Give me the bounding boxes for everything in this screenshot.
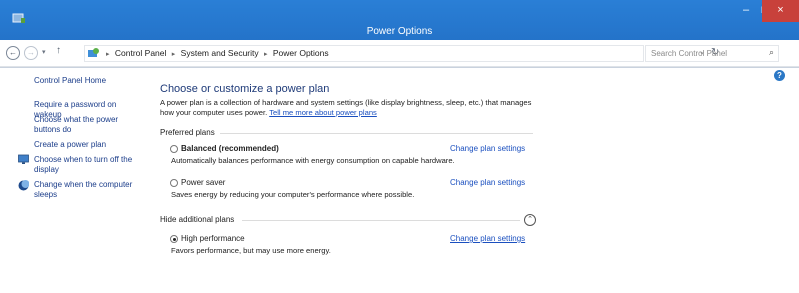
- help-icon[interactable]: ?: [774, 70, 785, 81]
- page-description: A power plan is a collection of hardware…: [160, 98, 540, 118]
- sidebar-item-power-buttons[interactable]: Choose what the power buttons do: [34, 115, 126, 135]
- breadcrumb-separator[interactable]: ▸: [172, 51, 176, 58]
- change-plan-settings-balanced[interactable]: Change plan settings: [450, 144, 525, 153]
- moon-icon: [18, 180, 29, 191]
- main-panel: Choose or customize a power plan A power…: [160, 68, 540, 293]
- sidebar-item-create-plan[interactable]: Create a power plan: [34, 140, 144, 150]
- power-options-app-icon: [12, 13, 25, 23]
- divider: [220, 133, 533, 134]
- plan-name-balanced[interactable]: Balanced (recommended): [181, 144, 279, 153]
- search-icon[interactable]: ⌕: [769, 47, 774, 58]
- address-bar[interactable]: ▸ Control Panel ▸ System and Security ▸ …: [84, 45, 719, 62]
- divider: [242, 220, 520, 221]
- plan-description-power-saver: Saves energy by reducing your computer's…: [171, 190, 415, 199]
- breadcrumb-control-panel[interactable]: Control Panel: [115, 48, 167, 58]
- radio-high-performance[interactable]: [170, 235, 178, 243]
- title-bar: Power Options – □ ×: [0, 0, 799, 40]
- page-title: Choose or customize a power plan: [160, 83, 330, 95]
- hide-additional-plans-heading[interactable]: Hide additional plans: [160, 215, 234, 224]
- radio-balanced[interactable]: [170, 145, 178, 153]
- monitor-icon: [18, 154, 29, 164]
- search-input[interactable]: Search Control Panel ⌕: [645, 45, 779, 62]
- plan-name-high-performance[interactable]: High performance: [181, 234, 245, 243]
- change-plan-settings-high-performance[interactable]: Change plan settings: [450, 234, 525, 243]
- breadcrumb-power-options[interactable]: Power Options: [273, 48, 329, 58]
- forward-button[interactable]: →: [24, 46, 38, 60]
- radio-power-saver[interactable]: [170, 179, 178, 187]
- sidebar-control-panel-home[interactable]: Control Panel Home: [34, 76, 106, 86]
- breadcrumb: ▸ Control Panel ▸ System and Security ▸ …: [103, 48, 329, 58]
- sidebar-item-computer-sleeps[interactable]: Change when the computer sleeps: [34, 180, 136, 200]
- back-button[interactable]: ←: [6, 46, 20, 60]
- plan-name-power-saver[interactable]: Power saver: [181, 178, 225, 187]
- plan-description-balanced: Automatically balances performance with …: [171, 156, 455, 165]
- collapse-plans-icon[interactable]: ⌃: [524, 214, 536, 226]
- change-plan-settings-power-saver[interactable]: Change plan settings: [450, 178, 525, 187]
- breadcrumb-separator[interactable]: ▸: [264, 51, 268, 58]
- recent-locations-icon[interactable]: ▾: [42, 48, 46, 56]
- up-arrow-icon[interactable]: ↑: [56, 45, 61, 56]
- learn-more-link[interactable]: Tell me more about power plans: [269, 108, 377, 117]
- content-area: Control Panel Home Require a password on…: [0, 68, 799, 293]
- window-title: Power Options: [366, 26, 433, 37]
- control-panel-icon: [88, 48, 99, 57]
- breadcrumb-system-and-security[interactable]: System and Security: [181, 48, 259, 58]
- sidebar-item-turn-off-display[interactable]: Choose when to turn off the display: [34, 155, 136, 175]
- plan-description-high-performance: Favors performance, but may use more ene…: [171, 246, 331, 255]
- sidebar: Control Panel Home Require a password on…: [0, 68, 150, 293]
- navigation-bar: ← → ▾ ↑ ▸ Control Panel ▸ System and Sec…: [0, 40, 799, 67]
- search-placeholder: Search Control Panel: [651, 49, 728, 58]
- preferred-plans-heading: Preferred plans: [160, 128, 215, 137]
- minimize-button[interactable]: –: [737, 0, 755, 22]
- power-options-window: Power Options – □ × ← → ▾ ↑ ▸ Control Pa…: [0, 0, 799, 293]
- close-button[interactable]: ×: [762, 0, 799, 22]
- breadcrumb-separator: ▸: [106, 51, 110, 58]
